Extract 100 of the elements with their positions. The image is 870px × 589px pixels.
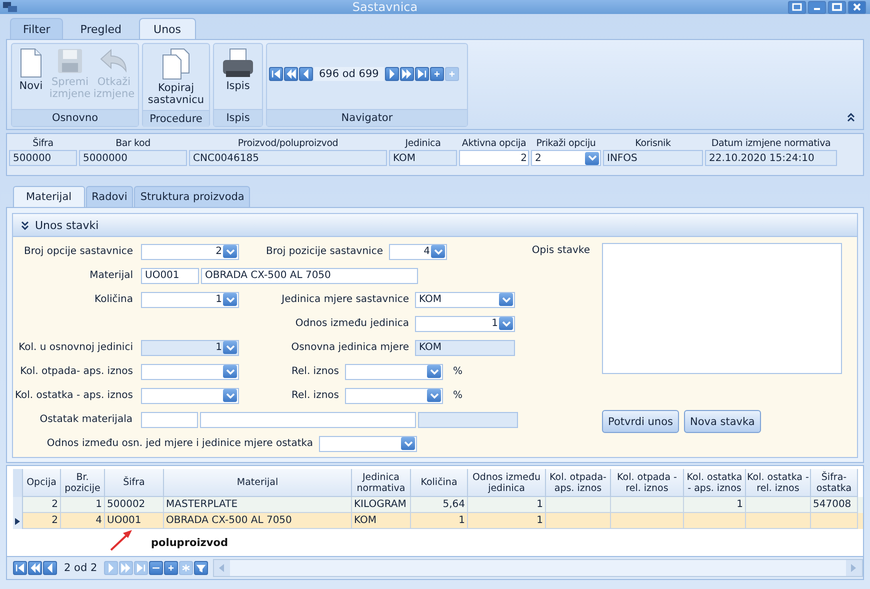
last-record-icon	[135, 561, 148, 575]
header-field[interactable]: 22.10.2020 15:24:10	[705, 150, 837, 166]
grid-navigator-button[interactable]	[194, 561, 208, 575]
quantity-dropdown[interactable]: 1	[141, 292, 239, 308]
base-quantity-dropdown[interactable]: 1	[141, 340, 239, 356]
column-header[interactable]: Br. pozicije	[61, 469, 105, 497]
double-right-icon	[120, 561, 132, 575]
option-dropdown[interactable]: 2	[531, 150, 601, 166]
header-field[interactable]: KOM	[389, 150, 457, 166]
grid-row[interactable]: 2 1 500002 MASTERPLATE KILOGRAM 5,64 1 1 547008	[13, 497, 863, 513]
annotation-text: poluproizvod	[151, 537, 228, 551]
field-label: Jedinica mjere sastavnice	[280, 294, 409, 305]
chevron-down-icon	[401, 437, 415, 450]
confirm-button[interactable]: Potvrdi unos	[602, 410, 679, 433]
restore-button[interactable]	[788, 0, 806, 14]
row-header[interactable]	[13, 513, 23, 529]
table-cell: UO001	[105, 513, 164, 529]
header-field[interactable]: CNC0046185	[189, 150, 387, 166]
group-label: Ispis	[214, 109, 262, 126]
ribbon-tab[interactable]: Filter	[10, 18, 64, 39]
waste-amount-dropdown[interactable]	[141, 364, 239, 380]
material-code-field[interactable]: UO001	[141, 268, 199, 284]
header-field[interactable]: 500000	[9, 150, 77, 166]
grid-navigator-button[interactable]	[13, 561, 27, 575]
close-button[interactable]	[848, 0, 866, 14]
field-label: Osnovna jedinica mjere	[290, 342, 409, 353]
group-label: Procedure	[143, 110, 209, 128]
field-label: Odnos između osn. jed mjere i jedinice mjere ostatka	[46, 438, 313, 449]
close-icon	[852, 3, 862, 11]
navigator-button[interactable]	[269, 67, 283, 81]
navigator-button[interactable]	[400, 67, 414, 81]
column-header[interactable]: Odnos između jedinica	[468, 469, 546, 497]
chevron-down-icon	[585, 152, 599, 164]
remainder-relative-dropdown[interactable]	[345, 388, 443, 404]
column-header[interactable]: Kol. otpada-aps. iznos	[546, 469, 611, 497]
detail-tab[interactable]: Struktura proizvoda	[134, 186, 250, 207]
field-label: Aktivna opcija	[462, 137, 526, 150]
print-button[interactable]: Ispis	[216, 46, 260, 107]
copy-button[interactable]: Kopiraj sastavnicu	[145, 46, 207, 108]
grid-navigator-button[interactable]	[164, 561, 178, 575]
table-cell: 4	[61, 513, 105, 529]
header-field[interactable]: 2	[459, 150, 529, 166]
column-header[interactable]: Kol. otpada - rel. iznos	[611, 469, 684, 497]
grid-row[interactable]: 2 4 UO001 OBRADA CX-500 AL 7050 KOM 1 1	[13, 513, 863, 529]
double-chevron-up-icon	[847, 113, 855, 122]
field-label: Korisnik	[635, 137, 671, 150]
maximize-icon	[832, 3, 842, 11]
column-header[interactable]: Količina	[411, 469, 468, 497]
ribbon-tab[interactable]: Pregled	[65, 18, 137, 39]
section-title: Unos stavki	[35, 218, 99, 232]
field-label: Materijal	[88, 270, 133, 281]
last-record-icon	[416, 67, 428, 81]
column-header[interactable]: Jedinica normativa	[352, 469, 411, 497]
column-header[interactable]: Materijal	[164, 469, 352, 497]
new-item-button[interactable]: Nova stavka	[684, 410, 761, 433]
table-cell	[546, 513, 611, 529]
column-header[interactable]: Šifra	[105, 469, 164, 497]
minimize-button[interactable]	[808, 0, 826, 14]
unit-ratio-dropdown[interactable]: 1	[415, 316, 515, 332]
horizontal-scrollbar[interactable]	[213, 559, 863, 577]
base-unit-field[interactable]: KOM	[415, 340, 515, 356]
detail-tab[interactable]: Materijal	[13, 186, 85, 207]
maximize-button[interactable]	[828, 0, 846, 14]
chevron-down-icon	[499, 317, 513, 330]
double-right-icon	[400, 67, 413, 81]
header-field[interactable]: INFOS	[603, 150, 703, 166]
header-field[interactable]: 5000000	[79, 150, 187, 166]
field-label: Bar kod	[116, 137, 150, 150]
column-header[interactable]: Kol. ostatka - aps. iznos	[684, 469, 746, 497]
ribbon-tab[interactable]: Unos	[138, 18, 196, 39]
chevron-down-icon	[223, 365, 237, 378]
new-button[interactable]: Novi	[14, 46, 48, 107]
waste-relative-dropdown[interactable]	[345, 364, 443, 380]
field-label: Odnos između jedinica	[294, 318, 409, 329]
column-header[interactable]: Kol. ostatka - rel. iznos	[746, 469, 811, 497]
grid-corner	[13, 469, 23, 497]
table-cell	[684, 513, 746, 529]
record-counter: 696 od 699	[314, 67, 384, 81]
field-label: Proizvod/poluproizvod	[238, 137, 338, 150]
remainder-ratio-dropdown[interactable]	[319, 436, 417, 452]
percent-unit: %	[453, 366, 463, 377]
material-name-field[interactable]: OBRADA CX-500 AL 7050	[201, 268, 418, 284]
navigator-button[interactable]	[299, 67, 313, 81]
navigator-button[interactable]	[384, 67, 399, 81]
column-header[interactable]: Šifra-ostatka	[811, 469, 858, 497]
remainder-amount-dropdown[interactable]	[141, 388, 239, 404]
navigator-button[interactable]	[414, 67, 429, 81]
description-field[interactable]	[602, 243, 842, 374]
field-label: Datum izmjene normativa	[711, 137, 831, 150]
navigator-button[interactable]	[284, 67, 298, 81]
navigator-button[interactable]	[430, 67, 444, 81]
position-number-dropdown[interactable]: 4	[389, 244, 447, 260]
unit-dropdown[interactable]: KOM	[415, 292, 515, 308]
detail-tab[interactable]: Radovi	[86, 186, 134, 207]
grid-navigator-button[interactable]	[149, 561, 164, 575]
grid-navigator-button[interactable]	[43, 561, 57, 575]
grid-navigator-button[interactable]	[28, 561, 42, 575]
field-label: Šifra	[32, 137, 54, 150]
option-number-dropdown[interactable]: 2	[141, 244, 239, 260]
column-header[interactable]: Opcija	[23, 469, 61, 497]
